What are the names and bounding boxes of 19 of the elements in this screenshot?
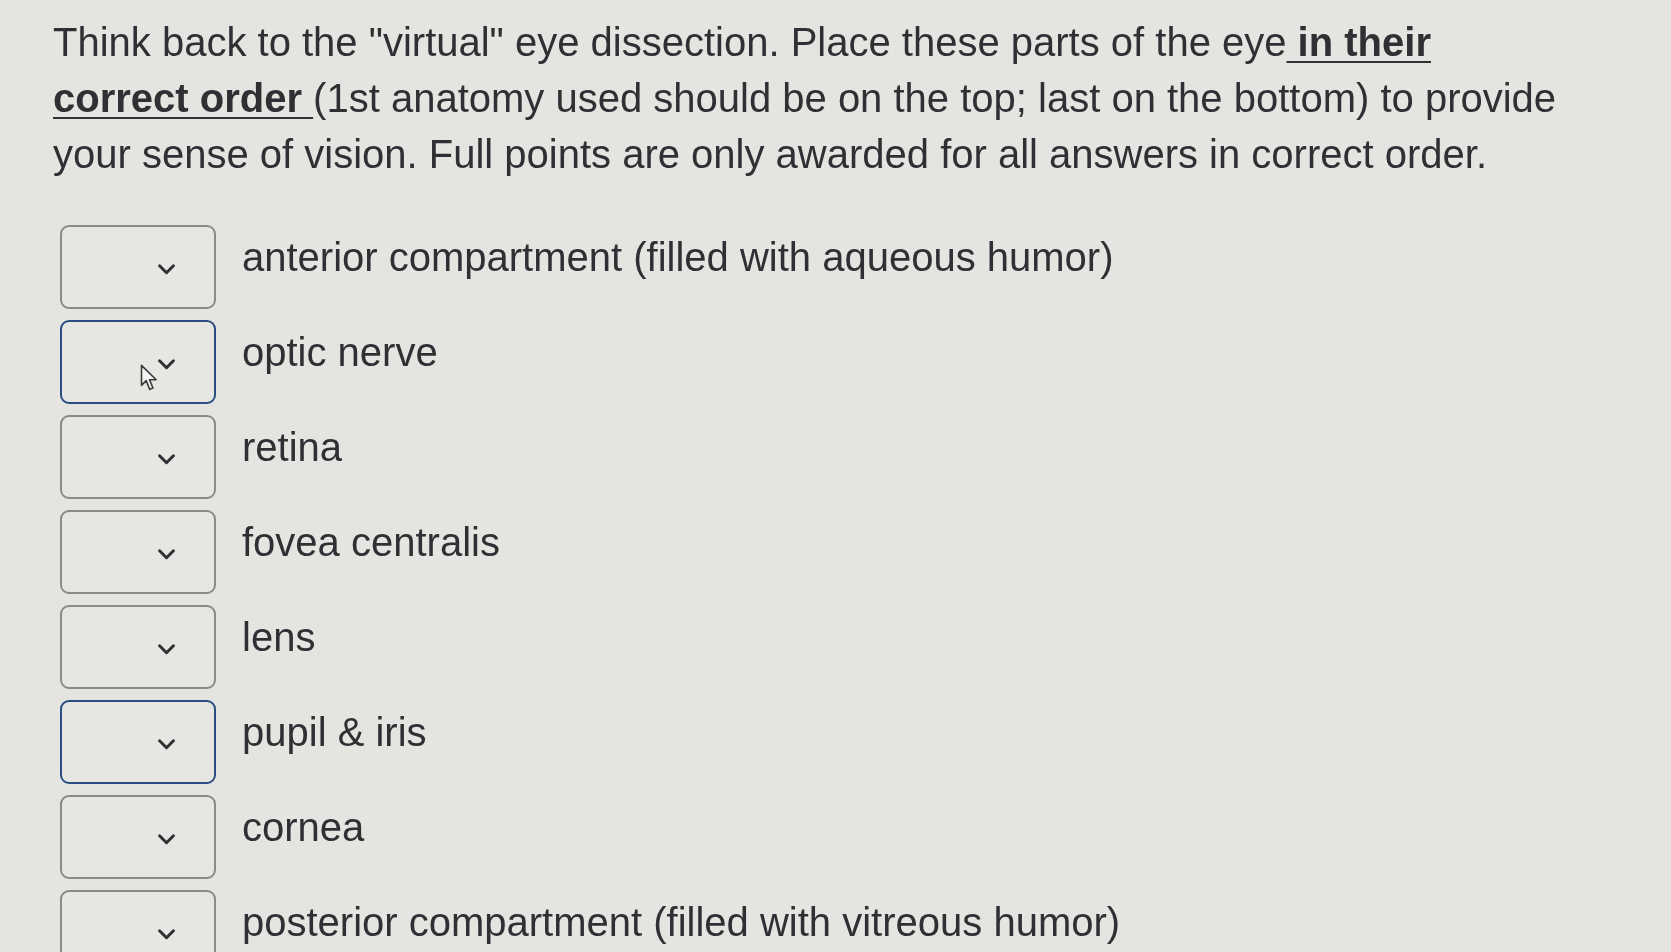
- answer-label: anterior compartment (filled with aqueous humor): [242, 234, 1114, 280]
- chevron-down-icon: [158, 263, 175, 275]
- chevron-down-icon: [158, 548, 175, 560]
- answer-label: cornea: [242, 804, 365, 850]
- answer-label: optic nerve: [242, 329, 438, 375]
- answer-label: lens: [242, 614, 316, 660]
- answer-label: pupil & iris: [242, 709, 427, 755]
- chevron-down-icon: [158, 738, 175, 750]
- chevron-down-icon: [158, 358, 175, 370]
- answer-label: posterior compartment (filled with vitreous humor): [242, 899, 1121, 945]
- answer-label: fovea centralis: [242, 519, 500, 565]
- chevron-down-icon: [158, 453, 175, 465]
- chevron-down-icon: [158, 928, 175, 940]
- answer-label: retina: [242, 424, 343, 470]
- answer-dropdown[interactable]: [60, 320, 216, 404]
- chevron-down-icon: [158, 643, 175, 655]
- answer-dropdown[interactable]: [60, 700, 216, 784]
- question-text: Think back to the "virtual" eye dissection. Place these parts of the eye in their correct order (1st anatomy used should be on the top; last on the bottom) to provide your sense of vision. Full points are only awarded for all answers in correct order.: [53, 19, 1558, 178]
- chevron-down-icon: [158, 833, 175, 845]
